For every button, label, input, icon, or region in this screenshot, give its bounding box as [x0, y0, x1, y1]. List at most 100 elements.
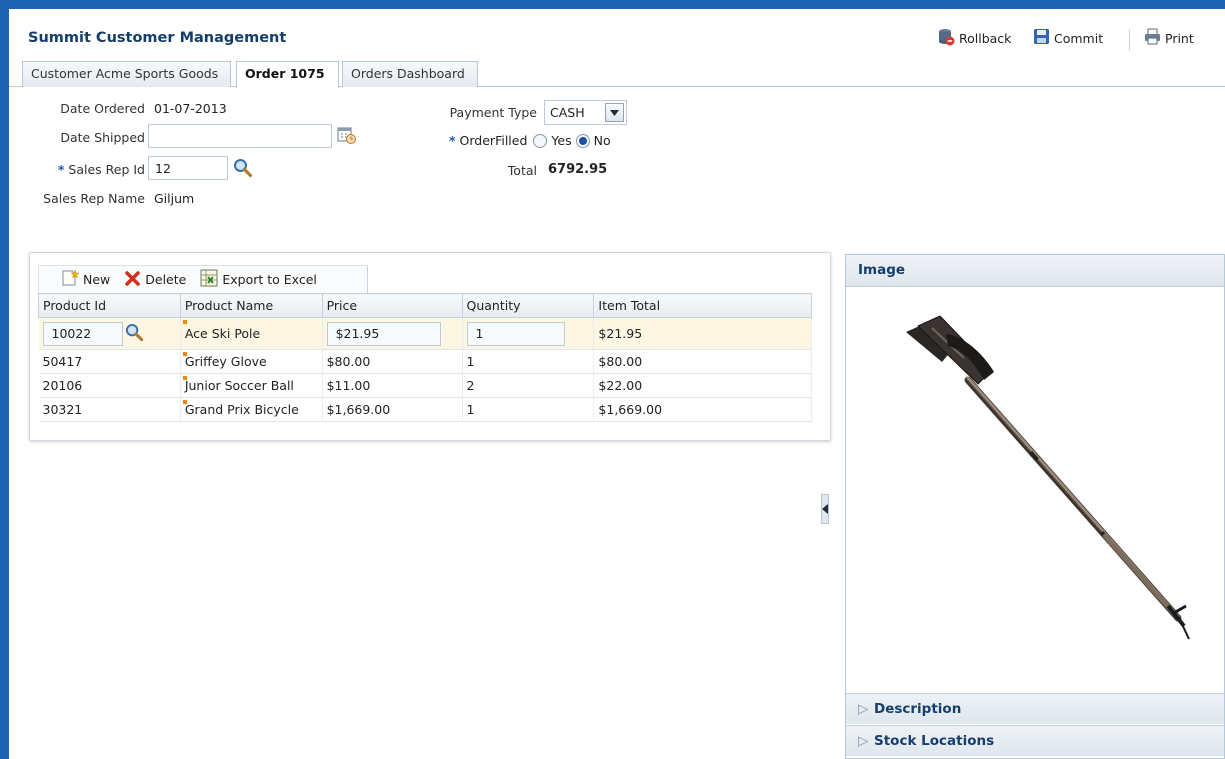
column-header[interactable]: Price: [321, 293, 463, 318]
order-filled-group: * OrderFilled Yes No: [449, 133, 611, 148]
excel-icon: [200, 269, 218, 290]
panel-splitter[interactable]: [821, 494, 829, 524]
product-name-cell: Griffey Glove: [184, 354, 267, 369]
detail-panel: Image ▷ Description ▷ Stock Locations: [845, 254, 1225, 759]
required-marker: *: [57, 162, 65, 177]
export-label: Export to Excel: [222, 272, 317, 287]
rollback-button[interactable]: Rollback: [937, 28, 1011, 49]
quantity-cell: 1: [462, 349, 595, 374]
search-icon[interactable]: [125, 323, 144, 345]
column-header[interactable]: Quantity: [461, 293, 595, 318]
chevron-right-icon: ▷: [858, 701, 869, 717]
table-header-row: Product Id Product Name Price Quantity I…: [38, 293, 812, 318]
product-name-cell: Junior Soccer Ball: [184, 378, 294, 393]
column-header[interactable]: Product Id: [38, 293, 181, 318]
radio-yes-label: Yes: [551, 133, 572, 148]
chevron-down-icon: [605, 103, 624, 122]
product-id-cell: 20106: [38, 373, 181, 398]
column-header[interactable]: Item Total: [593, 293, 812, 318]
sales-rep-id-label: * Sales Rep Id: [57, 162, 145, 177]
accordion-description[interactable]: ▷ Description: [846, 693, 1224, 724]
accordion-stock-locations-label: Stock Locations: [874, 733, 995, 749]
product-image: [846, 288, 1224, 693]
item-total-cell: $22.00: [593, 373, 812, 398]
price-cell: $11.00: [322, 373, 463, 398]
date-shipped-label: Date Shipped: [60, 130, 145, 145]
item-total-cell: $80.00: [593, 349, 812, 374]
new-label: New: [83, 272, 111, 287]
printer-icon: [1144, 28, 1161, 48]
tab-customer[interactable]: Customer Acme Sports Goods: [22, 61, 231, 87]
app-window: Summit Customer Management Rollback Comm…: [9, 9, 1225, 759]
save-disk-icon: [1033, 28, 1050, 48]
payment-type-value: CASH: [550, 105, 585, 120]
order-items-table: Product Id Product Name Price Quantity I…: [38, 293, 812, 422]
total-value: 6792.95: [548, 162, 608, 177]
product-name-cell: Grand Prix Bicycle: [184, 402, 299, 417]
change-flag: [182, 400, 187, 404]
print-button[interactable]: Print: [1144, 28, 1194, 48]
date-ordered-label: Date Ordered: [60, 101, 145, 116]
commit-label: Commit: [1054, 30, 1104, 46]
item-total-cell: $21.95: [593, 317, 812, 350]
date-shipped-input[interactable]: [148, 124, 332, 148]
radio-yes[interactable]: [533, 133, 548, 148]
radio-no[interactable]: [575, 133, 590, 148]
total-label: Total: [507, 163, 537, 178]
app-title: Summit Customer Management: [28, 30, 287, 46]
radio-no-label: No: [593, 133, 611, 148]
sales-rep-id-input[interactable]: [148, 156, 228, 180]
chevron-right-icon: ▷: [858, 733, 869, 749]
change-flag: [182, 376, 187, 380]
sales-rep-name-label: Sales Rep Name: [43, 191, 145, 206]
rollback-icon: [937, 28, 955, 49]
accordion-description-label: Description: [874, 701, 962, 717]
price-cell: $80.00: [322, 349, 463, 374]
product-id-cell: 50417: [38, 349, 181, 374]
rollback-label: Rollback: [959, 31, 1012, 46]
tab-orders-dashboard[interactable]: Orders Dashboard: [342, 61, 478, 87]
new-button[interactable]: New: [61, 269, 110, 290]
header: Summit Customer Management Rollback Comm…: [9, 9, 1225, 59]
header-divider: [1129, 29, 1130, 51]
commit-button[interactable]: Commit: [1033, 28, 1103, 48]
delete-button[interactable]: Delete: [124, 270, 186, 290]
quantity-cell: 1: [462, 397, 595, 422]
required-marker: *: [449, 133, 456, 148]
search-icon[interactable]: [233, 158, 253, 181]
ski-pole-image: [906, 315, 1190, 640]
price-cell: $1,669.00: [322, 397, 463, 422]
tab-order[interactable]: Order 1075: [236, 61, 339, 88]
sales-rep-name-value: Giljum: [154, 191, 195, 206]
payment-type-select[interactable]: CASH: [544, 100, 627, 125]
quantity-input[interactable]: 1: [466, 321, 565, 346]
table-toolbar: New Delete Export to Excel: [38, 265, 368, 293]
order-items-panel: New Delete Export to Excel Product Id Pr…: [29, 252, 831, 441]
export-button[interactable]: Export to Excel: [200, 269, 317, 290]
payment-type-label: Payment Type: [449, 105, 537, 120]
change-flag: [182, 352, 187, 356]
image-panel-header[interactable]: Image: [846, 255, 1224, 287]
quantity-cell: 2: [462, 373, 595, 398]
tab-bar: Customer Acme Sports Goods Order 1075 Or…: [9, 58, 1225, 88]
order-filled-label: OrderFilled: [459, 133, 528, 148]
product-name-cell: Ace Ski Pole: [184, 326, 261, 341]
item-total-cell: $1,669.00: [593, 397, 812, 422]
date-ordered-value: 01-07-2013: [154, 101, 227, 116]
print-label: Print: [1165, 30, 1194, 46]
table-row[interactable]: 10022 Ace Ski Pole $21.95 1 $21.95: [38, 317, 812, 350]
accordion-stock-locations[interactable]: ▷ Stock Locations: [846, 725, 1224, 756]
collapse-left-icon: [822, 504, 828, 514]
table-row[interactable]: 50417 Griffey Glove $80.00 1 $80.00: [38, 349, 812, 374]
product-id-input[interactable]: 10022: [42, 321, 123, 346]
change-flag: [182, 320, 187, 324]
table-row[interactable]: 30321 Grand Prix Bicycle $1,669.00 1 $1,…: [38, 397, 812, 422]
table-row[interactable]: 20106 Junior Soccer Ball $11.00 2 $22.00: [38, 373, 812, 398]
price-input[interactable]: $21.95: [326, 321, 441, 346]
delete-label: Delete: [145, 272, 187, 287]
new-document-icon: [61, 269, 80, 290]
delete-x-icon: [124, 270, 141, 290]
calendar-icon[interactable]: [337, 125, 357, 148]
column-header[interactable]: Product Name: [179, 293, 323, 318]
product-id-cell: 30321: [38, 397, 181, 422]
